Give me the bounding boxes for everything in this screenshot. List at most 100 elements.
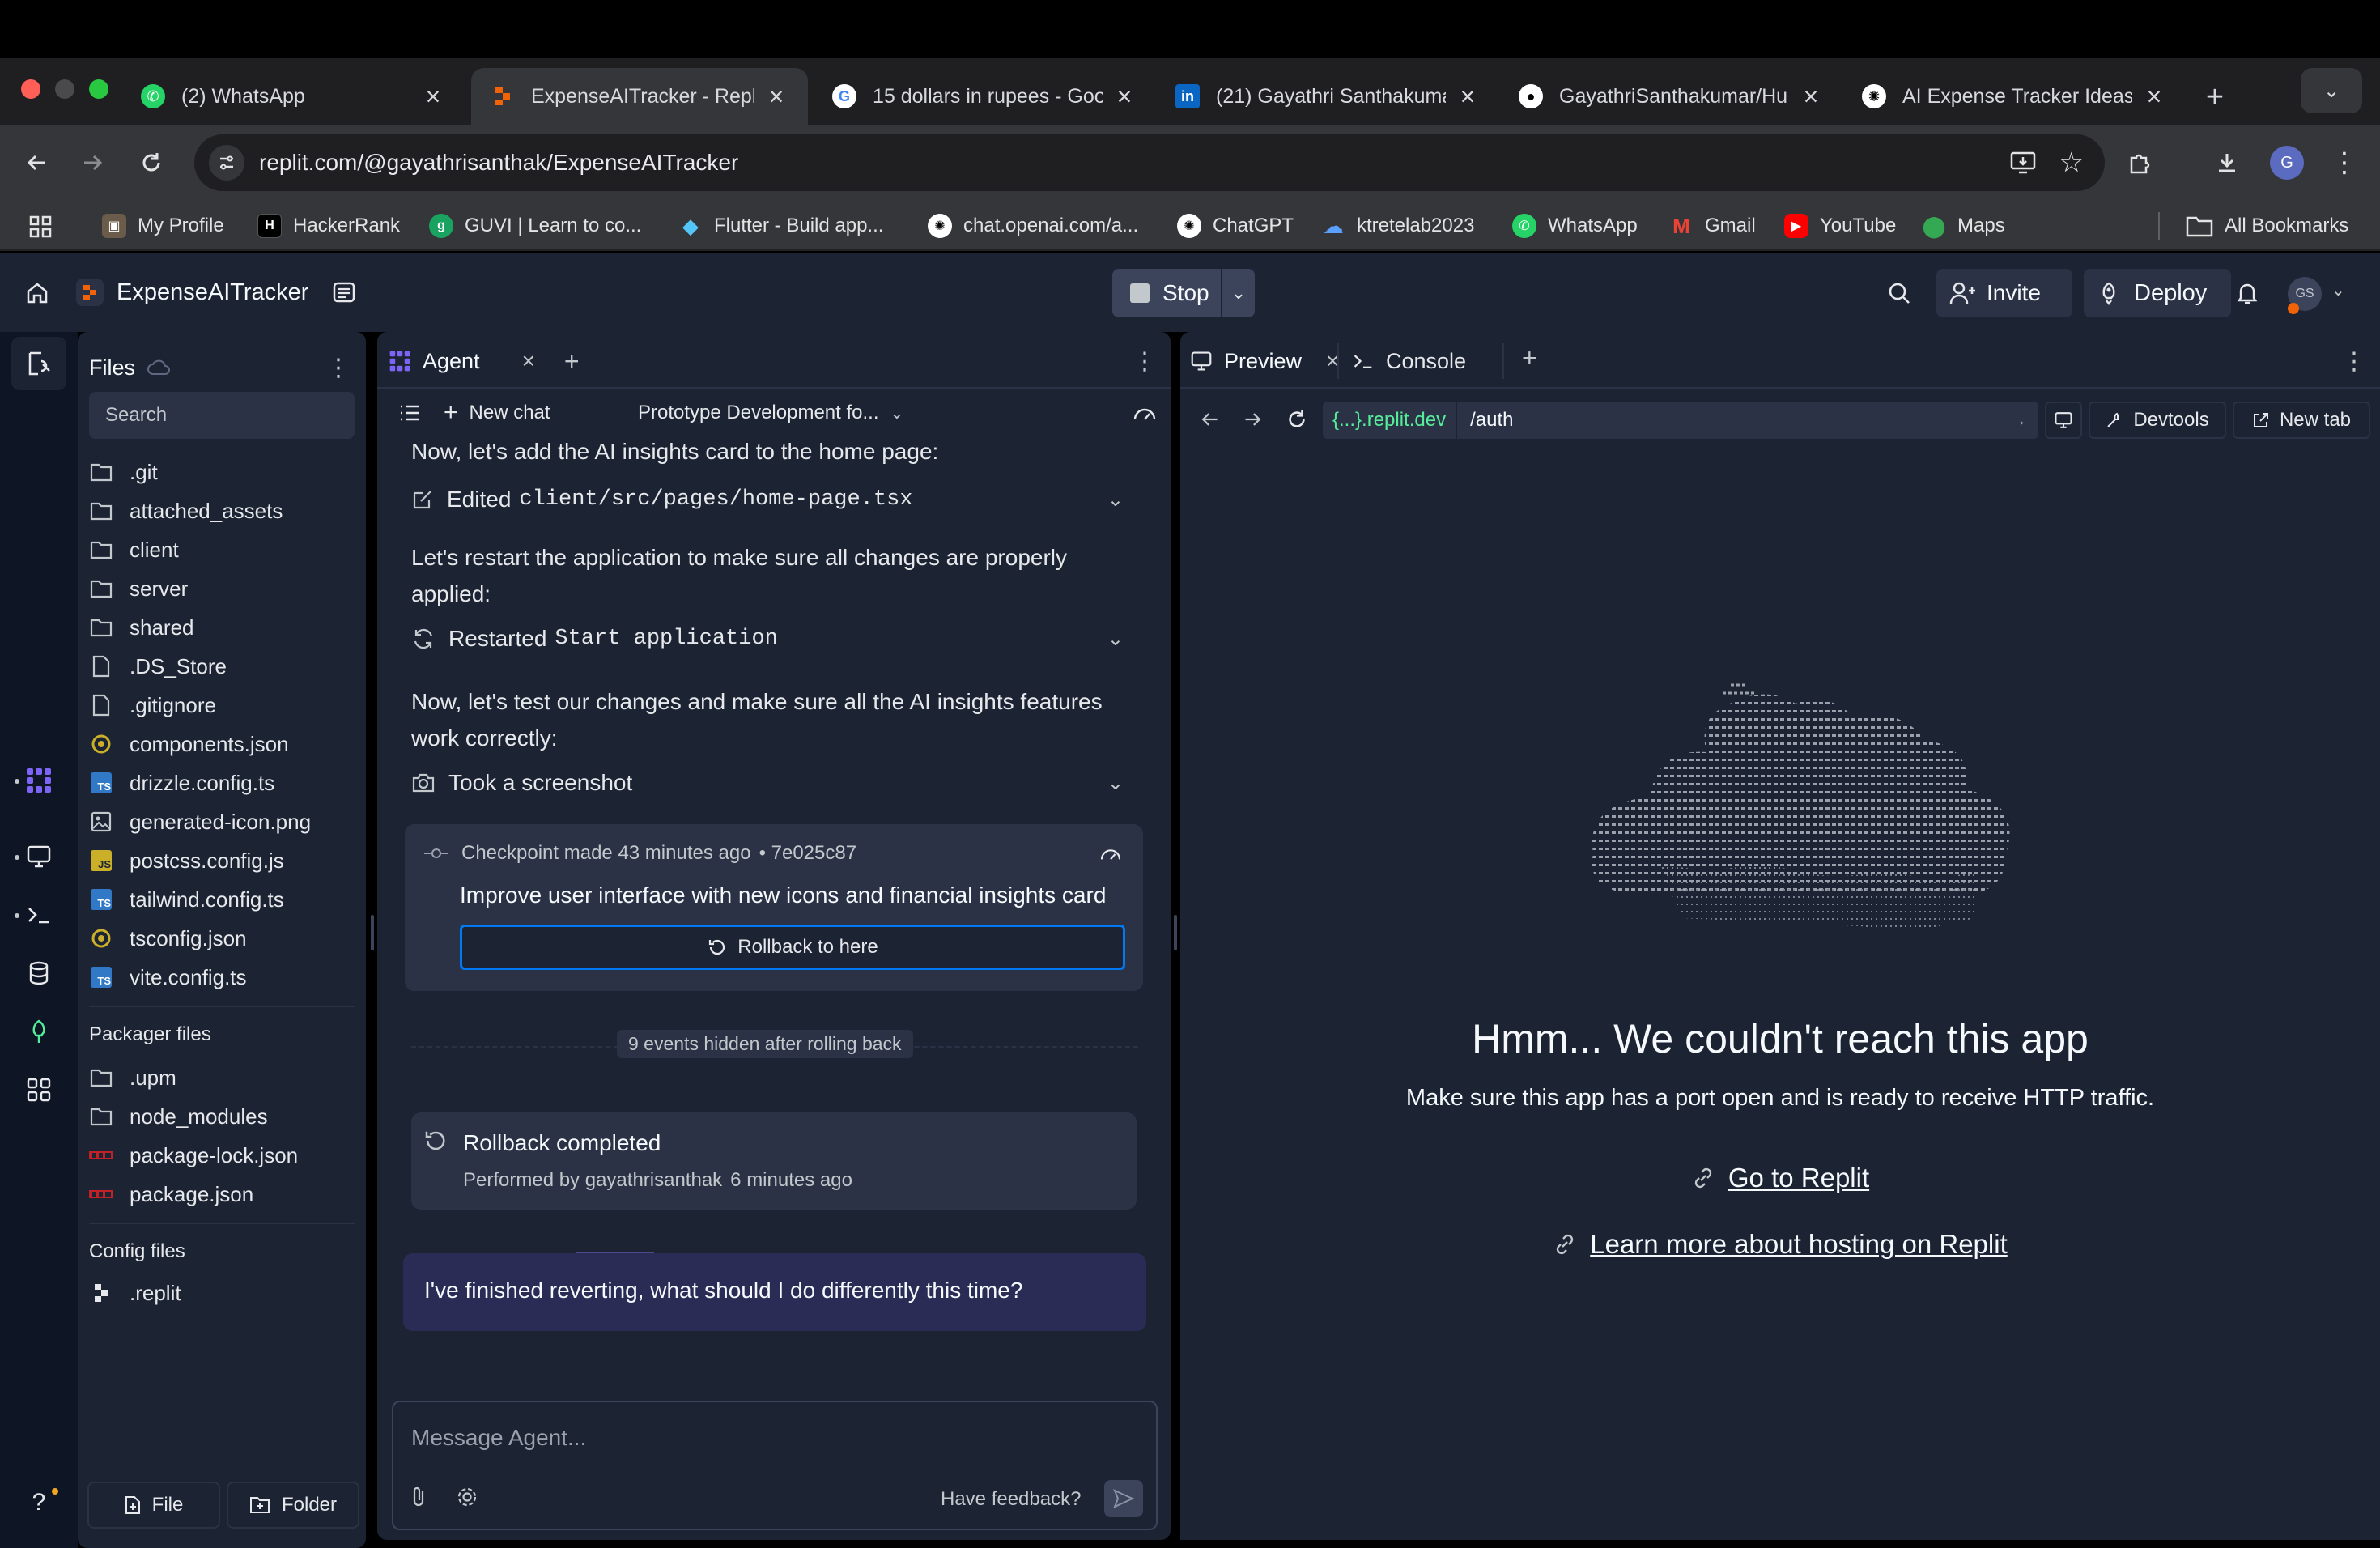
expand-chevron-icon[interactable]: ⌄ [1107,488,1124,512]
send-button[interactable] [1104,1480,1143,1517]
notifications-bell-icon[interactable] [2229,275,2265,311]
tree-item-file[interactable]: TS vite.config.ts [89,959,247,996]
add-tab-plus-icon[interactable]: + [564,347,580,376]
go-arrow-icon[interactable]: → [2009,410,2027,431]
account-chevron-icon[interactable]: ⌄ [2331,280,2345,300]
browser-menu-kebab-icon[interactable]: ⋮ [2328,146,2361,180]
file-tree-icon[interactable] [11,337,66,390]
tree-item-file[interactable]: package-lock.json [89,1137,298,1174]
stop-dropdown-chevron-icon[interactable]: ⌄ [1221,269,1255,317]
close-window-icon[interactable] [21,79,40,99]
message-input-placeholder[interactable]: Message Agent... [411,1425,586,1451]
site-settings-icon[interactable] [209,145,244,181]
close-tab-icon[interactable]: × [2142,82,2166,112]
bookmark-item[interactable]: g GUVI | Learn to co... [429,201,641,251]
tab-agent[interactable]: Agent × + [389,342,580,381]
database-icon[interactable] [23,957,55,989]
preview-forward-arrow-icon[interactable] [1235,400,1271,439]
close-tab-icon[interactable]: × [764,82,788,112]
extensions-puzzle-icon[interactable] [2121,144,2158,181]
minimize-window-icon[interactable] [55,79,74,99]
new-folder-button[interactable]: Folder [227,1482,359,1529]
tree-item-file[interactable]: .gitignore [89,687,216,724]
forward-arrow-icon[interactable] [74,144,112,181]
browser-tab[interactable]: ✺ AI Expense Tracker Ideas × [1842,68,2186,125]
usage-gauge-icon[interactable] [1128,397,1161,429]
new-file-button[interactable]: File [87,1482,220,1529]
bookmark-item[interactable]: ✆ WhatsApp [1512,201,1638,251]
bookmark-item[interactable]: ◆ Flutter - Build app... [678,201,883,251]
tree-item-file[interactable]: .replit [89,1274,181,1312]
browser-tab-active[interactable]: ExpenseAITracker - Replit × [471,68,808,125]
tree-item-folder[interactable]: .upm [89,1059,176,1096]
webview-monitor-icon[interactable] [23,840,55,873]
tree-item-file[interactable]: .DS_Store [89,648,227,685]
install-app-icon[interactable] [2009,151,2037,175]
deployments-icon[interactable] [23,1015,55,1048]
new-tab-plus-icon[interactable]: + [2192,74,2238,120]
preview-menu-kebab-icon[interactable]: ⋮ [2338,343,2370,379]
action-edited-file[interactable]: Edited client/src/pages/home-page.tsx ⌄ [411,478,1124,521]
all-tools-grid-icon[interactable] [23,1074,55,1106]
back-arrow-icon[interactable] [18,144,55,181]
search-input[interactable]: Search [89,392,355,439]
action-screenshot[interactable]: Took a screenshot ⌄ [411,761,1124,805]
attach-paperclip-icon[interactable] [408,1485,431,1509]
tree-item-file[interactable]: tsconfig.json [89,920,247,957]
browser-tab[interactable]: ✆ (2) WhatsApp × [121,68,465,125]
device-preview-icon[interactable] [2045,402,2082,439]
tree-item-file[interactable]: components.json [89,725,289,763]
checkpoint-gauge-icon[interactable] [1096,839,1125,868]
close-tab-icon[interactable]: × [522,348,535,374]
bookmark-item[interactable]: ▶ YouTube [1784,201,1896,251]
files-menu-kebab-icon[interactable]: ⋮ [322,350,355,385]
project-title[interactable]: ExpenseAITracker [76,275,357,309]
bookmark-item[interactable]: H HackerRank [257,201,400,251]
apps-grid-icon[interactable] [28,214,53,240]
bookmark-item[interactable]: ⬤ Maps [1922,201,2004,251]
invite-button[interactable]: Invite [1936,269,2072,317]
feedback-link[interactable]: Have feedback? [941,1488,1081,1511]
bookmark-item[interactable]: ▣ My Profile [102,201,224,251]
bookmark-item[interactable]: ✺ chat.openai.com/a... [928,201,1138,251]
go-to-replit-link[interactable]: Go to Replit [1180,1163,2380,1193]
tree-item-folder[interactable]: node_modules [89,1098,268,1135]
bookmark-item[interactable]: ✺ ChatGPT [1177,201,1294,251]
maximize-window-icon[interactable] [89,79,108,99]
home-icon[interactable] [21,277,53,309]
browser-tab[interactable]: in (21) Gayathri Santhakumar × [1156,68,1499,125]
tree-item-file[interactable]: generated-icon.png [89,803,311,840]
action-restarted[interactable]: Restarted Start application ⌄ [411,617,1124,661]
panel-resize-handle[interactable] [1174,915,1177,950]
tree-item-file[interactable]: JS postcss.config.js [89,842,284,879]
agent-icon[interactable] [23,764,55,797]
tree-item-folder[interactable]: attached_assets [89,492,283,529]
chat-history-list-icon[interactable] [393,397,426,429]
new-tab-button[interactable]: New tab [2233,402,2370,439]
devtools-button[interactable]: Devtools [2089,402,2226,439]
url-path-input[interactable]: /auth [1470,409,1513,432]
url-text[interactable]: replit.com/@gayathrisanthak/ExpenseAITra… [259,150,738,176]
tree-item-folder[interactable]: server [89,570,188,607]
bookmark-item[interactable]: ☁ ktretelab2023 [1321,201,1474,251]
tree-item-file[interactable]: package.json [89,1176,253,1213]
preview-url-bar[interactable]: {...}.replit.dev /auth → [1323,402,2038,439]
tab-preview[interactable]: Preview × [1190,342,1339,381]
all-bookmarks[interactable]: All Bookmarks [2186,201,2348,251]
download-icon[interactable] [2208,144,2246,181]
domain-badge[interactable]: {...}.replit.dev [1323,402,1458,439]
message-composer[interactable]: Message Agent... Have feedback? [392,1401,1158,1530]
console-prompt-icon[interactable] [23,899,55,931]
project-info-icon[interactable] [331,279,357,305]
stop-button[interactable]: Stop ⌄ [1112,269,1255,317]
close-tab-icon[interactable]: × [1799,82,1823,112]
agent-menu-kebab-icon[interactable]: ⋮ [1128,343,1161,379]
close-tab-icon[interactable]: × [1456,82,1480,112]
close-tab-icon[interactable]: × [421,82,445,112]
browser-tab[interactable]: ● GayathriSanthakumar/Hu × [1499,68,1842,125]
tab-console[interactable]: Console [1352,342,1466,381]
expand-chevron-icon[interactable]: ⌄ [1107,627,1124,651]
new-chat-button[interactable]: + New chat [444,397,550,429]
search-icon[interactable] [1883,277,1915,309]
help-question-icon[interactable]: ? [23,1486,55,1519]
